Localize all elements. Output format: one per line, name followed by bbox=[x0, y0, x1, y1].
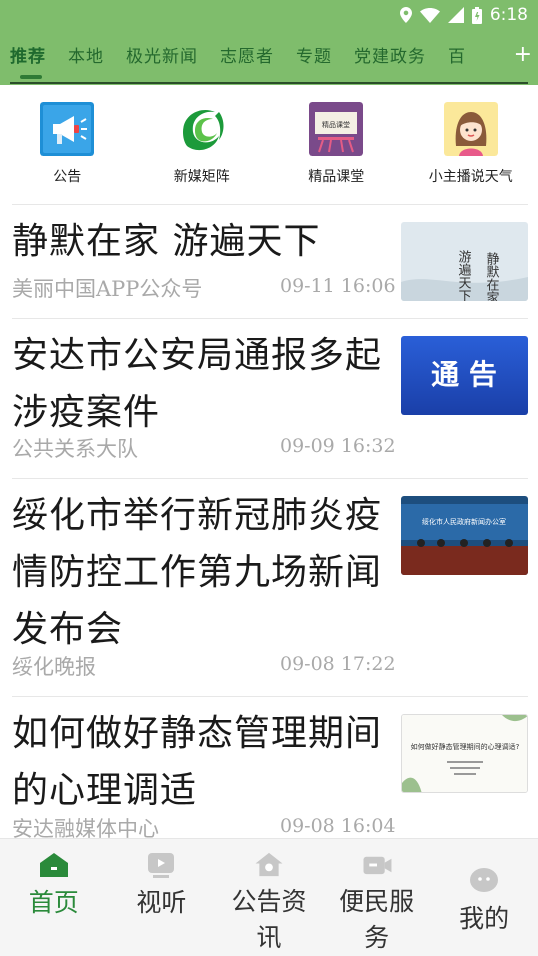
news-time: 09-11 16:06 bbox=[280, 275, 396, 297]
bottom-nav-notices[interactable]: 公告资讯 bbox=[215, 839, 323, 956]
news-source: 公共关系大队 bbox=[12, 437, 138, 461]
bottom-nav-label: 我的 bbox=[459, 904, 510, 933]
news-time: 09-08 16:04 bbox=[280, 815, 396, 837]
bottom-nav-label: 首页 bbox=[28, 888, 79, 917]
camera-icon bbox=[363, 856, 392, 875]
svg-text:精品课堂: 精品课堂 bbox=[322, 120, 350, 129]
active-tab-indicator bbox=[20, 75, 42, 79]
quick-link-label: 小主播说天气 bbox=[428, 169, 513, 185]
tab-party-affairs[interactable]: 党建政务 bbox=[354, 42, 426, 66]
channel-tabs: 推荐 本地 极光新闻 志愿者 专题 党建政务 百 + bbox=[0, 30, 538, 85]
quick-link-label: 公告 bbox=[53, 169, 82, 185]
classroom-board-icon: 精品课堂 bbox=[309, 102, 364, 156]
thumb-notice-text: 通 告 bbox=[431, 358, 497, 391]
add-channel-button[interactable]: + bbox=[514, 44, 532, 66]
bottom-nav-label: 公告资讯 bbox=[231, 887, 307, 952]
tab-local[interactable]: 本地 bbox=[68, 42, 104, 66]
news-thumbnail: 如何做好静态管理期间的心理调适? bbox=[401, 714, 528, 793]
quick-links: 公告 新媒矩阵 精品课堂 精品课堂 小主播说天气 bbox=[0, 90, 538, 202]
signal-icon bbox=[447, 7, 464, 23]
house-notice-icon bbox=[255, 852, 283, 877]
battery-icon bbox=[471, 6, 482, 24]
news-thumbnail: 通 告 bbox=[401, 336, 528, 415]
quick-link-media-matrix[interactable]: 新媒矩阵 bbox=[135, 90, 270, 202]
news-item[interactable]: 如何做好静态管理期间的心理调适 安达融媒体中心 09-08 16:04 如何做好… bbox=[12, 696, 528, 842]
wifi-icon bbox=[419, 7, 440, 23]
anchor-girl-icon bbox=[443, 102, 498, 156]
quick-link-announcement[interactable]: 公告 bbox=[0, 90, 135, 202]
status-time: 6:18 bbox=[489, 5, 528, 25]
news-title: 安达市公安局通报多起涉疫案件 bbox=[12, 335, 383, 433]
tab-aurora-news[interactable]: 极光新闻 bbox=[126, 42, 198, 66]
tab-topics[interactable]: 专题 bbox=[296, 42, 332, 66]
news-thumbnail: 游遍天下 静默在家 bbox=[401, 222, 528, 301]
news-thumbnail: 绥化市人民政府新闻办公室 bbox=[401, 496, 528, 575]
svg-text:绥化市人民政府新闻办公室: 绥化市人民政府新闻办公室 bbox=[422, 517, 506, 526]
news-title: 绥化市举行新冠肺炎疫情防控工作第九场新闻发布会 bbox=[12, 495, 383, 650]
video-icon bbox=[148, 853, 175, 878]
news-time: 09-09 16:32 bbox=[280, 435, 396, 457]
svg-text:静默在家: 静默在家 bbox=[484, 252, 500, 301]
tab-divider bbox=[10, 82, 528, 84]
bottom-nav: 首页 视听 公告资讯 便民服务 我的 bbox=[0, 838, 538, 956]
news-item[interactable]: 静默在家 游遍天下 美丽中国APP公众号 09-11 16:06 游遍天下 静默… bbox=[12, 204, 528, 318]
news-item[interactable]: 绥化市举行新冠肺炎疫情防控工作第九场新闻发布会 绥化晚报 09-08 17:22… bbox=[12, 478, 528, 696]
bottom-nav-label: 便民服务 bbox=[339, 887, 415, 952]
tab-recommend[interactable]: 推荐 bbox=[10, 42, 46, 66]
location-icon bbox=[399, 7, 412, 23]
swirl-logo-icon bbox=[175, 103, 228, 155]
thumb-calligraphy: 游遍天下 bbox=[456, 250, 472, 301]
tab-volunteer[interactable]: 志愿者 bbox=[220, 42, 274, 66]
news-title: 如何做好静态管理期间的心理调适 bbox=[12, 713, 383, 811]
quick-link-weather-anchor[interactable]: 小主播说天气 bbox=[404, 90, 538, 202]
bottom-nav-home[interactable]: 首页 bbox=[0, 839, 108, 956]
quick-link-label: 新媒矩阵 bbox=[173, 169, 230, 185]
thumb-caption: 如何做好静态管理期间的心理调适? bbox=[411, 742, 520, 751]
quick-link-premium-class[interactable]: 精品课堂 精品课堂 bbox=[269, 90, 404, 202]
tab-more[interactable]: 百 bbox=[448, 42, 466, 66]
news-item[interactable]: 安达市公安局通报多起涉疫案件 公共关系大队 09-09 16:32 通 告 bbox=[12, 318, 528, 478]
bottom-nav-profile[interactable]: 我的 bbox=[430, 839, 538, 956]
news-source: 美丽中国APP公众号 bbox=[12, 277, 203, 301]
home-icon bbox=[39, 853, 68, 877]
quick-link-label: 精品课堂 bbox=[308, 169, 365, 185]
news-time: 09-08 17:22 bbox=[280, 653, 396, 675]
chat-bubble-icon bbox=[470, 868, 499, 892]
status-bar: 6:18 bbox=[0, 0, 538, 30]
bottom-nav-label: 视听 bbox=[136, 888, 187, 917]
news-source: 绥化晚报 bbox=[12, 655, 96, 679]
bottom-nav-video[interactable]: 视听 bbox=[108, 839, 216, 956]
bottom-nav-services[interactable]: 便民服务 bbox=[323, 839, 431, 956]
megaphone-icon bbox=[40, 102, 95, 156]
news-title: 静默在家 游遍天下 bbox=[12, 221, 321, 262]
